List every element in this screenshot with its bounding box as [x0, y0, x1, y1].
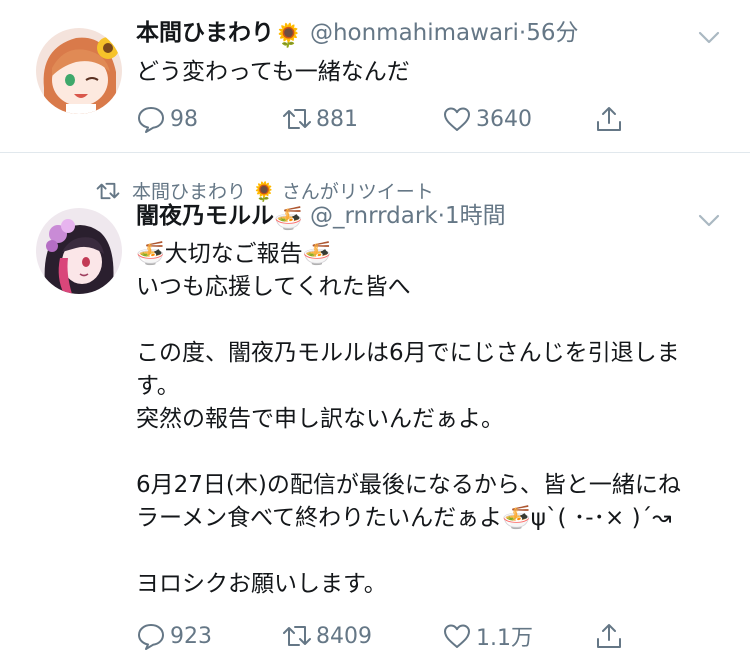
- display-name[interactable]: 本間ひまわり: [136, 20, 274, 46]
- handle[interactable]: @honmahimawari: [310, 20, 519, 46]
- retweet-icon: [96, 182, 120, 199]
- tweet-actions: 923 8409 1.1万: [136, 619, 656, 653]
- chevron-down-icon[interactable]: [696, 24, 722, 50]
- share-icon: [597, 624, 621, 648]
- timestamp[interactable]: 56分: [526, 20, 578, 46]
- tweet-text: どう変わっても一緒なんだ: [136, 59, 410, 85]
- chevron-down-icon[interactable]: [696, 207, 722, 233]
- retweet-icon: [283, 626, 311, 646]
- tweet[interactable]: 本間ひまわり 🌻 さんがリツイート 闇夜乃モルル🍜 @_rnrrdark·1時間…: [0, 153, 750, 671]
- timestamp[interactable]: 1時間: [445, 203, 506, 229]
- share-button[interactable]: [594, 619, 628, 653]
- reply-icon: [138, 107, 164, 133]
- ramen-emoji: 🍜: [274, 206, 303, 232]
- reply-icon: [138, 624, 164, 650]
- like-icon: [444, 107, 470, 131]
- display-name[interactable]: 闇夜乃モルル: [136, 203, 274, 229]
- avatar[interactable]: [36, 28, 122, 114]
- share-icon: [597, 107, 621, 131]
- like-icon: [444, 624, 470, 648]
- reply-count: 923: [170, 623, 212, 649]
- retweet-context-text: 本間ひまわり 🌻 さんがリツイート: [132, 181, 434, 203]
- reply-count: 98: [170, 106, 198, 132]
- retweet-button[interactable]: 8409: [282, 619, 372, 653]
- tweet-actions: 98 881 3640: [136, 102, 656, 136]
- sunflower-emoji: 🌻: [274, 23, 303, 49]
- tweet-text: 🍜大切なご報告🍜 いつも応援してくれた皆へ この度、闇夜乃モルルは6月でにじさん…: [136, 241, 681, 597]
- share-button[interactable]: [594, 102, 628, 136]
- separator: ·: [437, 203, 445, 229]
- like-button[interactable]: 1.1万: [442, 619, 533, 653]
- reply-button[interactable]: 923: [136, 619, 212, 653]
- tweet-header: 本間ひまわり🌻 @honmahimawari·56分: [136, 18, 579, 51]
- tweet[interactable]: 本間ひまわり🌻 @honmahimawari·56分 どう変わっても一緒なんだ …: [0, 0, 750, 153]
- tweet-header: 闇夜乃モルル🍜 @_rnrrdark·1時間: [136, 201, 506, 234]
- like-count: 1.1万: [476, 626, 533, 651]
- retweet-count: 8409: [316, 623, 372, 649]
- retweet-count: 881: [316, 106, 358, 132]
- retweet-button[interactable]: 881: [282, 102, 358, 136]
- like-button[interactable]: 3640: [442, 102, 532, 136]
- reply-button[interactable]: 98: [136, 102, 198, 136]
- handle[interactable]: @_rnrrdark: [310, 203, 438, 229]
- avatar[interactable]: [36, 208, 122, 294]
- like-count: 3640: [476, 106, 532, 132]
- retweet-context[interactable]: 本間ひまわり 🌻 さんがリツイート: [96, 177, 434, 204]
- retweet-icon: [283, 109, 311, 129]
